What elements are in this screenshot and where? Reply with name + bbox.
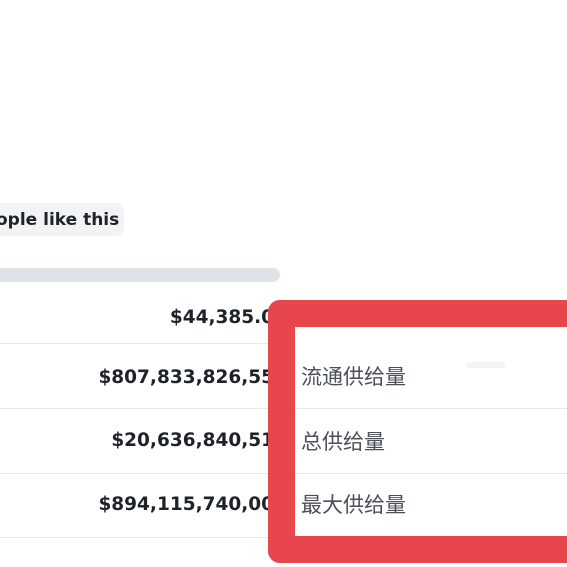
circulating-supply-value: $807,833,826,55 [98, 367, 274, 388]
faint-mark [466, 362, 506, 368]
total-supply-value: $20,636,840,51 [111, 430, 274, 451]
circulating-supply-label: 流通供给量 [301, 365, 406, 389]
people-like-this-label: ople like this [0, 210, 120, 230]
max-supply-value: $894,115,740,00 [98, 494, 274, 515]
label-divider [295, 473, 567, 474]
people-like-this-chip[interactable]: ople like this [0, 203, 124, 236]
max-supply-label: 最大供给量 [301, 493, 406, 517]
label-divider [295, 408, 567, 409]
total-supply-label: 总供给量 [301, 430, 385, 454]
page: ople like this $44,385.0 $807,833,826,55… [0, 0, 567, 567]
supply-progress-bar [0, 268, 280, 282]
price-value: $44,385.0 [169, 307, 274, 328]
